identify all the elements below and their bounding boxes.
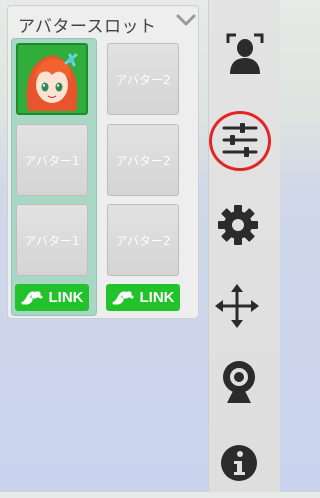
face-tracking-button[interactable] xyxy=(209,18,281,88)
side-toolbar xyxy=(208,0,280,492)
info-icon xyxy=(221,445,257,481)
slot-label: アバター2 xyxy=(115,153,171,168)
move-button[interactable] xyxy=(209,271,281,341)
link-icon xyxy=(21,290,42,305)
camera-button[interactable] xyxy=(209,347,281,417)
slot-label: アバター1 xyxy=(24,233,80,248)
chevron-down-icon[interactable] xyxy=(176,13,196,27)
avatar-slot-2[interactable]: アバター2 xyxy=(107,204,179,276)
link-button-label: LINK xyxy=(48,289,84,306)
slot-label: アバター2 xyxy=(115,233,171,248)
link-button-label: LINK xyxy=(139,289,175,306)
avatar-slot-2[interactable]: アバター2 xyxy=(107,43,179,115)
slot-label: アバター2 xyxy=(115,72,171,87)
adjustments-button[interactable] xyxy=(209,105,281,175)
avatar-slot-1-selected[interactable] xyxy=(16,43,88,115)
avatar-slot-1[interactable]: アバター1 xyxy=(16,124,88,196)
webcam-icon xyxy=(223,361,255,403)
panel-title: アバタースロット xyxy=(18,17,157,37)
link-icon xyxy=(112,290,133,305)
slot-label: アバター1 xyxy=(24,153,80,168)
avatar-slot-1[interactable]: アバター1 xyxy=(16,204,88,276)
avatar-thumbnail xyxy=(18,45,86,113)
info-button[interactable] xyxy=(209,428,281,498)
settings-button[interactable] xyxy=(209,190,281,260)
link-button-2[interactable]: LINK xyxy=(106,284,180,311)
gear-icon xyxy=(218,205,258,245)
move-icon xyxy=(215,284,259,328)
face-tracking-icon xyxy=(226,33,264,74)
avatar-slot-2[interactable]: アバター2 xyxy=(107,124,179,196)
link-button-1[interactable]: LINK xyxy=(15,284,89,311)
sliders-icon xyxy=(222,123,258,157)
